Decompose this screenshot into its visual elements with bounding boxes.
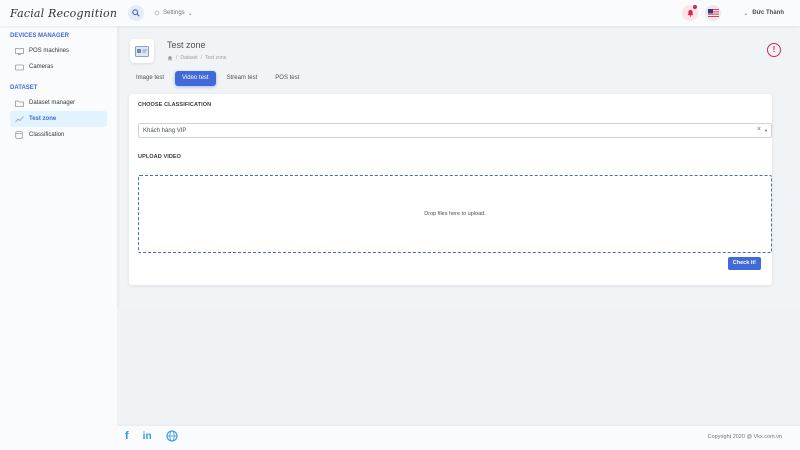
sidebar-section-devices-manager: DEVICES MANAGER <box>10 33 70 39</box>
dropzone-text: Drop files here to upload. <box>424 211 486 217</box>
chevron-down-icon: ⌄ <box>743 10 749 17</box>
sidebar-item-label: Dataset manager <box>29 100 76 106</box>
tab-image-test[interactable]: Image test <box>129 71 171 86</box>
caret-down-icon[interactable]: ▼ <box>764 128 768 133</box>
chart-line-icon <box>14 115 24 123</box>
upload-dropzone[interactable]: Drop files here to upload. <box>138 175 772 253</box>
chevron-down-icon: ⌄ <box>187 10 193 17</box>
bell-icon <box>687 9 694 17</box>
footer <box>117 426 800 450</box>
monitor-icon <box>14 47 24 55</box>
language-button[interactable] <box>705 5 722 21</box>
tab-pos-test[interactable]: POS test <box>268 71 306 86</box>
user-menu[interactable]: ⌄ Đức Thành <box>743 10 784 17</box>
database-icon <box>14 131 24 139</box>
classification-value: Khách hàng VIP <box>143 127 187 134</box>
facebook-icon[interactable]: f <box>125 430 129 442</box>
content-bottom-area <box>117 308 800 426</box>
home-icon[interactable] <box>167 55 173 61</box>
sidebar-item-pos-machines[interactable]: POS machines <box>10 43 107 59</box>
logo-text: Facial Recognition <box>10 6 118 20</box>
camera-icon <box>14 64 24 71</box>
classification-select[interactable]: Khách hàng VIP × ▼ <box>138 123 772 138</box>
check-button[interactable]: Check it! <box>727 257 761 270</box>
clear-icon[interactable]: × <box>757 126 761 133</box>
globe-icon[interactable] <box>166 430 178 442</box>
classification-heading: CHOOSE CLASSIFICATION <box>138 102 212 108</box>
tab-video-test[interactable]: Video test <box>175 71 216 86</box>
sidebar: DEVICES MANAGER POS machines Cameras DAT… <box>0 26 117 450</box>
settings-dropdown[interactable]: Settings ⌄ <box>154 10 193 17</box>
video-test-card: CHOOSE CLASSIFICATION Khách hàng VIP × ▼… <box>129 94 772 285</box>
sidebar-item-cameras[interactable]: Cameras <box>10 59 107 75</box>
social-links: f in <box>125 430 178 442</box>
logo[interactable]: Facial Recognition <box>0 7 118 20</box>
folder-icon <box>14 100 24 107</box>
sidebar-item-label: POS machines <box>29 48 70 54</box>
sidebar-item-dataset-manager[interactable]: Dataset manager <box>10 95 107 111</box>
sidebar-item-test-zone[interactable]: Test zone <box>10 111 107 127</box>
page-icon <box>130 39 154 63</box>
user-name: Đức Thành <box>752 10 784 16</box>
breadcrumb-item-test-zone: Test zone <box>205 55 227 61</box>
gear-icon <box>154 10 160 16</box>
search-icon <box>132 9 140 17</box>
linkedin-icon[interactable]: in <box>143 431 152 442</box>
breadcrumb: / Dataset / Test zone <box>167 55 226 61</box>
id-card-icon <box>135 45 149 57</box>
notification-dot <box>693 5 698 9</box>
sidebar-item-label: Cameras <box>29 64 54 70</box>
tab-stream-test[interactable]: Stream test <box>220 71 265 86</box>
breadcrumb-item-dataset[interactable]: Dataset <box>180 55 197 61</box>
settings-label: Settings <box>163 10 185 16</box>
copyright-text: Copyright 2020 @ Vkx.com.vn <box>707 434 782 440</box>
notifications-button[interactable] <box>682 5 699 21</box>
sidebar-item-label: Classification <box>29 132 65 138</box>
us-flag-icon <box>707 9 719 17</box>
sidebar-item-classification[interactable]: Classification <box>10 127 107 143</box>
sidebar-section-dataset: DATASET <box>10 85 38 91</box>
tab-bar: Image test Video test Stream test POS te… <box>129 71 306 86</box>
top-header: Facial Recognition Settings ⌄ ⌄ Đức Thàn… <box>0 0 800 26</box>
search-button[interactable] <box>128 5 144 21</box>
upload-heading: UPLOAD VIDEO <box>138 154 182 160</box>
sidebar-item-label: Test zone <box>29 116 57 122</box>
page-title: Test zone <box>167 40 206 50</box>
alert-icon[interactable]: ! <box>767 43 781 57</box>
